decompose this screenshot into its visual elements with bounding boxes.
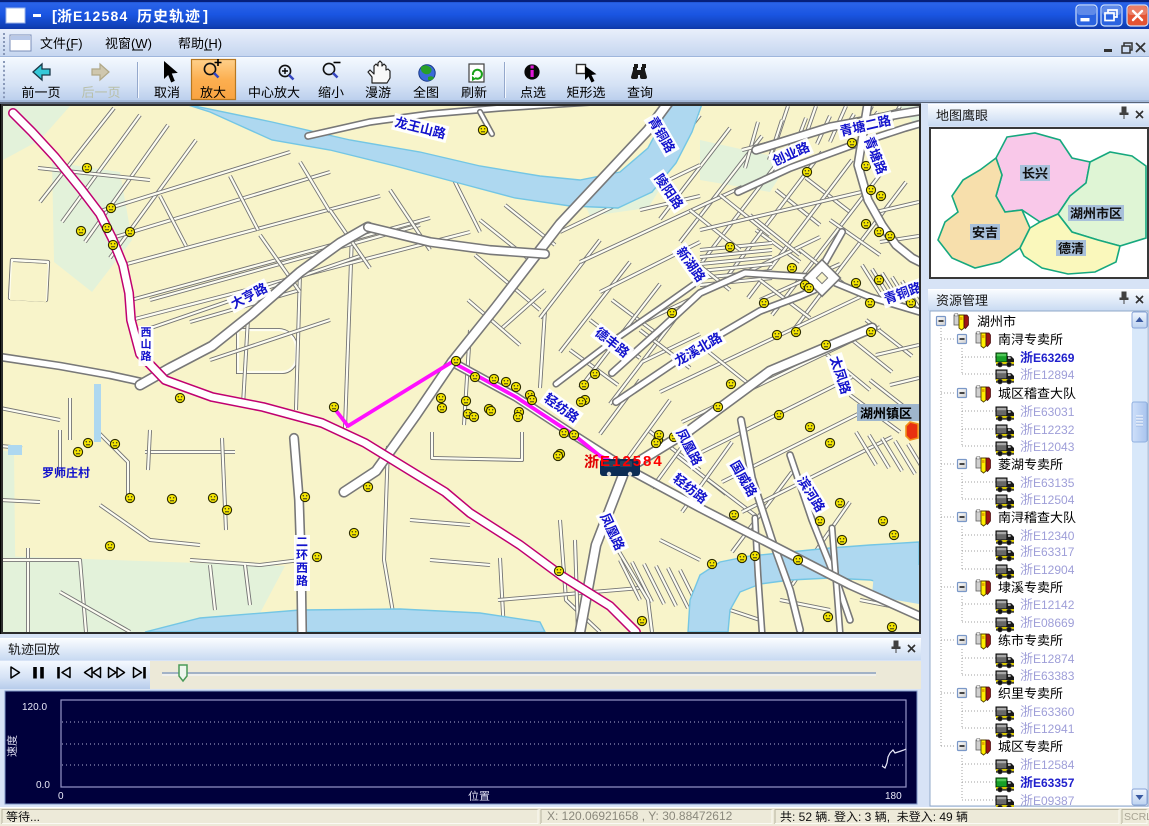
svg-text:]: ] <box>203 8 208 25</box>
svg-text:E12584: E12584 <box>1033 758 1075 772</box>
svg-text:E63357: E63357 <box>1033 776 1075 790</box>
svg-text:X: 120.06921658 , Y: 30.884726: X: 120.06921658 , Y: 30.88472612 <box>547 809 733 823</box>
svg-text:(F): (F) <box>66 36 83 51</box>
svg-text:E12043: E12043 <box>1033 440 1075 454</box>
svg-text:E12584: E12584 <box>73 8 128 24</box>
svg-text:: 3: : 3 <box>858 810 872 824</box>
svg-text:E12874: E12874 <box>1033 652 1075 666</box>
svg-text:[: [ <box>52 8 57 25</box>
svg-text:(H): (H) <box>204 36 222 51</box>
svg-text:...: ... <box>30 810 40 824</box>
svg-text:: 49: : 49 <box>933 810 953 824</box>
svg-text:E12894: E12894 <box>1033 368 1075 382</box>
svg-text:E09387: E09387 <box>1033 794 1075 808</box>
svg-text:E63135: E63135 <box>1033 476 1075 490</box>
svg-text:E12504: E12504 <box>1033 493 1075 507</box>
svg-text:180: 180 <box>885 791 902 802</box>
svg-text:E12142: E12142 <box>1033 598 1075 612</box>
svg-text:E12584: E12584 <box>600 453 664 470</box>
svg-text:SCRL: SCRL <box>1124 811 1149 823</box>
svg-text:E63383: E63383 <box>1033 669 1075 683</box>
svg-text:E08669: E08669 <box>1033 616 1075 630</box>
svg-text:E63317: E63317 <box>1033 545 1075 559</box>
svg-text:E12941: E12941 <box>1033 722 1075 736</box>
svg-text:0.0: 0.0 <box>36 780 50 791</box>
svg-text:E12904: E12904 <box>1033 563 1075 577</box>
svg-text:120.0: 120.0 <box>22 702 47 713</box>
svg-text:E63269: E63269 <box>1033 351 1075 365</box>
svg-text:(W): (W) <box>131 36 152 51</box>
svg-text:.: . <box>827 810 830 824</box>
svg-text:: 52: : 52 <box>792 810 812 824</box>
svg-text:0: 0 <box>58 791 64 802</box>
svg-text:E12232: E12232 <box>1033 423 1075 437</box>
svg-text:E63360: E63360 <box>1033 705 1075 719</box>
svg-text:E63031: E63031 <box>1033 405 1075 419</box>
svg-text:,: , <box>887 810 890 824</box>
svg-text:E12340: E12340 <box>1033 529 1075 543</box>
